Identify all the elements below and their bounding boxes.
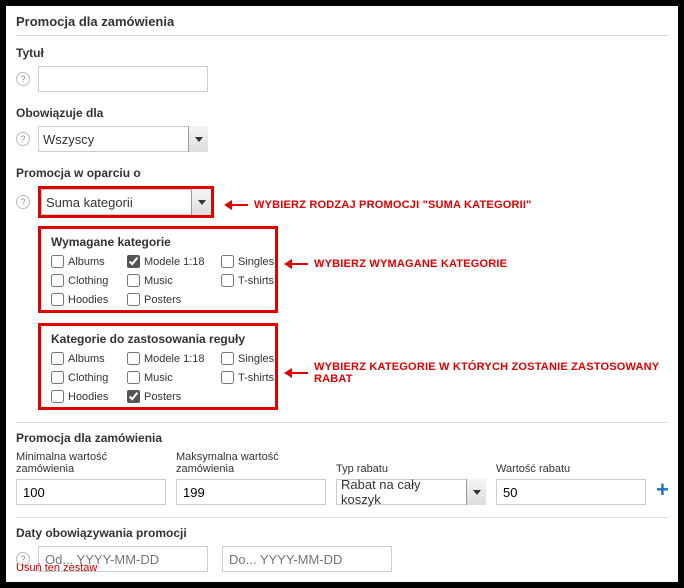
category-label: Clothing (68, 275, 108, 287)
category-checkbox[interactable] (51, 293, 64, 306)
discount-type-select[interactable]: Rabat na cały koszyk (336, 479, 486, 505)
callout-2: WYBIERZ WYMAGANE KATEGORIE (286, 258, 507, 270)
category-item[interactable]: Posters (127, 293, 217, 306)
category-checkbox[interactable] (221, 274, 234, 287)
category-checkbox[interactable] (221, 255, 234, 268)
category-label: Posters (144, 391, 181, 403)
category-item[interactable]: Singles (221, 352, 281, 365)
category-checkbox[interactable] (127, 390, 140, 403)
help-icon[interactable]: ? (16, 72, 30, 86)
callout-3: WYBIERZ KATEGORIE W KTÓRYCH ZOSTANIE ZAS… (286, 361, 678, 385)
category-label: Singles (238, 256, 274, 268)
category-label: Music (144, 275, 173, 287)
category-label: Modele 1:18 (144, 256, 205, 268)
apply-categories-box: Kategorie do zastosowania reguły Albums M… (38, 323, 278, 410)
dates-block: Daty obowiązywania promocji ? (16, 526, 668, 572)
category-label: Hoodies (68, 294, 108, 306)
arrow-left-icon (226, 204, 248, 206)
promo-panel: Promocja dla zamówienia Tytuł ? Obowiązu… (6, 6, 678, 582)
based-label: Promocja w oparciu o (16, 166, 668, 180)
category-item[interactable]: T-shirts (221, 274, 281, 287)
based-select[interactable]: Suma kategorii (41, 189, 211, 215)
applies-select[interactable]: Wszyscy (38, 126, 208, 152)
amount-label: Wartość rabatu (496, 463, 646, 475)
category-item[interactable]: Clothing (51, 371, 123, 384)
category-label: Modele 1:18 (144, 353, 205, 365)
required-categories-box: Wymagane kategorie Albums Modele 1:18 Sing… (38, 226, 278, 313)
category-item[interactable]: Music (127, 371, 217, 384)
apply-categories-title: Kategorie do zastosowania reguły (51, 332, 265, 346)
title-input[interactable] (38, 66, 208, 92)
category-checkbox[interactable] (51, 255, 64, 268)
category-item[interactable]: Posters (127, 390, 217, 403)
category-label: Albums (68, 353, 105, 365)
callout-1: WYBIERZ RODZAJ PROMOCJI "SUMA KATEGORII" (226, 199, 532, 211)
based-select-highlight: Suma kategorii (38, 186, 214, 218)
category-item[interactable]: Modele 1:18 (127, 255, 217, 268)
category-checkbox[interactable] (51, 352, 64, 365)
category-checkbox[interactable] (51, 274, 64, 287)
title-label: Tytuł (16, 46, 668, 60)
max-label: Maksymalna wartość zamówienia (176, 451, 326, 475)
category-label: T-shirts (238, 275, 274, 287)
category-item[interactable]: T-shirts (221, 371, 281, 384)
category-label: Singles (238, 353, 274, 365)
category-checkbox[interactable] (51, 371, 64, 384)
arrow-left-icon (286, 372, 308, 374)
min-label: Minimalna wartość zamówienia (16, 451, 166, 475)
panel-title: Promocja dla zamówienia (16, 6, 668, 36)
order-promo-block: Promocja dla zamówienia Minimalna wartoś… (16, 431, 668, 505)
category-item[interactable]: Hoodies (51, 390, 123, 403)
min-input[interactable] (16, 479, 166, 505)
applies-block: Obowiązuje dla ? Wszyscy (16, 106, 668, 152)
category-checkbox[interactable] (127, 293, 140, 306)
category-label: Hoodies (68, 391, 108, 403)
date-to-input[interactable] (222, 546, 392, 572)
add-row-button[interactable]: + (656, 477, 669, 505)
category-label: T-shirts (238, 372, 274, 384)
category-item[interactable]: Clothing (51, 274, 123, 287)
category-checkbox[interactable] (127, 371, 140, 384)
delete-set-link[interactable]: Usuń ten zestaw (16, 562, 97, 574)
max-input[interactable] (176, 479, 326, 505)
order-promo-head: Promocja dla zamówienia (16, 431, 668, 445)
callout-1-text: WYBIERZ RODZAJ PROMOCJI "SUMA KATEGORII" (254, 199, 532, 211)
category-item[interactable]: Singles (221, 255, 281, 268)
type-label: Typ rabatu (336, 463, 486, 475)
category-label: Music (144, 372, 173, 384)
based-value: Suma kategorii (46, 195, 133, 210)
category-checkbox[interactable] (221, 371, 234, 384)
title-block: Tytuł ? (16, 46, 668, 92)
category-checkbox[interactable] (127, 255, 140, 268)
category-checkbox[interactable] (127, 274, 140, 287)
applies-value: Wszyscy (43, 132, 94, 147)
type-value: Rabat na cały koszyk (341, 477, 461, 507)
help-icon[interactable]: ? (16, 195, 30, 209)
category-item[interactable]: Music (127, 274, 217, 287)
help-icon[interactable]: ? (16, 132, 30, 146)
category-item[interactable]: Hoodies (51, 293, 123, 306)
required-categories-title: Wymagane kategorie (51, 235, 265, 249)
category-item[interactable]: Albums (51, 255, 123, 268)
callout-2-text: WYBIERZ WYMAGANE KATEGORIE (314, 258, 507, 270)
category-checkbox[interactable] (221, 352, 234, 365)
dates-head: Daty obowiązywania promocji (16, 526, 668, 540)
category-checkbox[interactable] (127, 352, 140, 365)
arrow-left-icon (286, 263, 308, 265)
applies-label: Obowiązuje dla (16, 106, 668, 120)
category-label: Clothing (68, 372, 108, 384)
category-item[interactable]: Modele 1:18 (127, 352, 217, 365)
amount-input[interactable] (496, 479, 646, 505)
category-item[interactable]: Albums (51, 352, 123, 365)
callout-3-text: WYBIERZ KATEGORIE W KTÓRYCH ZOSTANIE ZAS… (314, 361, 678, 385)
category-label: Albums (68, 256, 105, 268)
divider (16, 517, 668, 518)
category-checkbox[interactable] (51, 390, 64, 403)
category-label: Posters (144, 294, 181, 306)
divider (16, 422, 668, 423)
